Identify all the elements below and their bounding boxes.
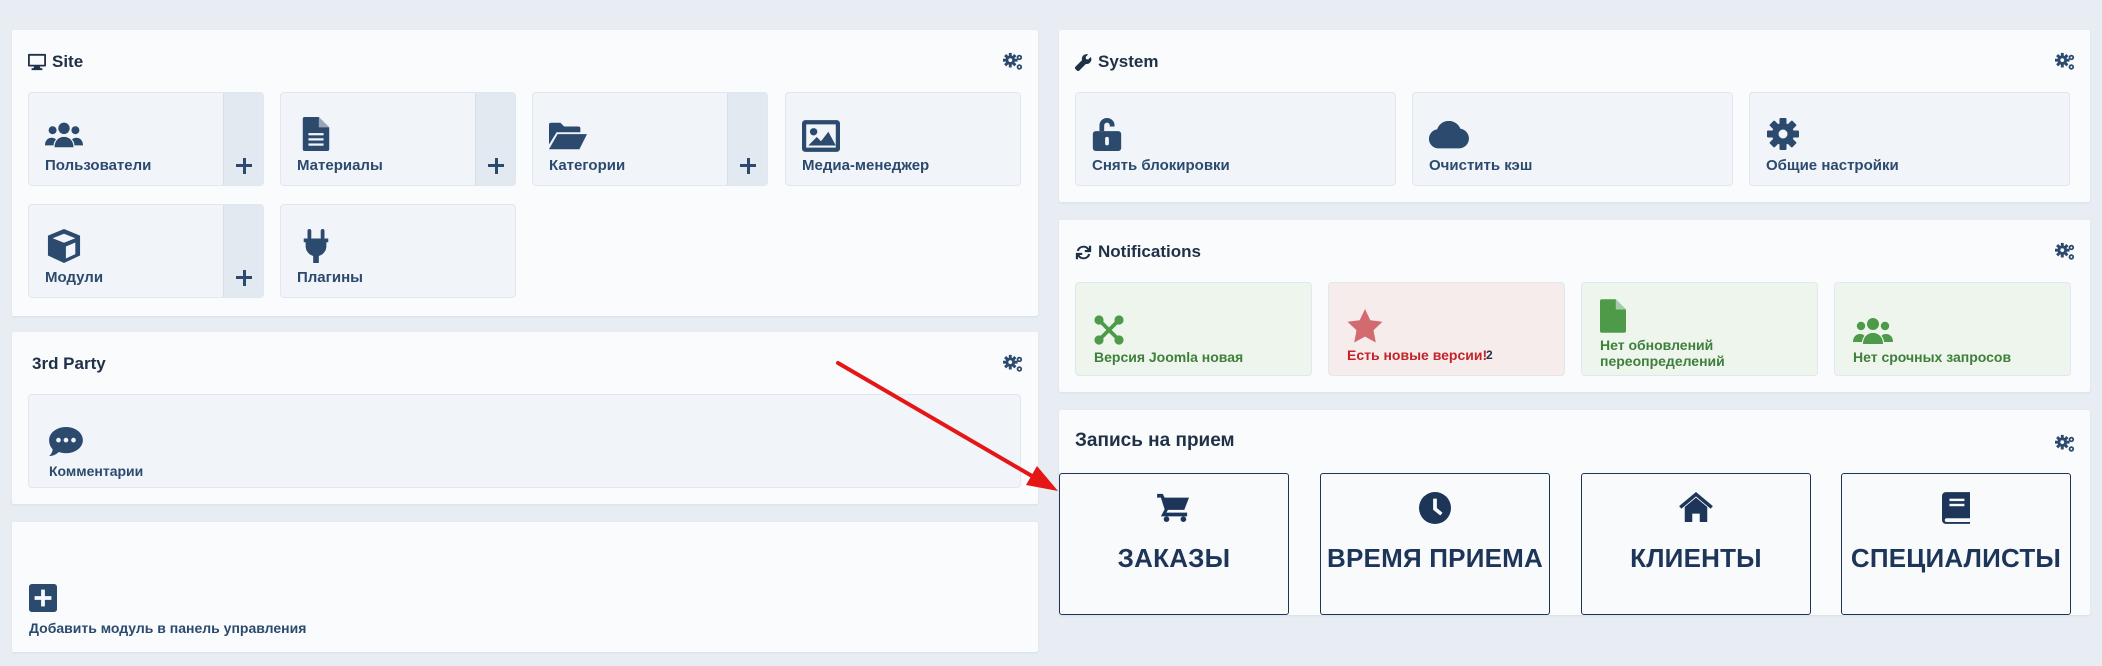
book-icon xyxy=(1942,492,1970,524)
file-icon xyxy=(1600,299,1626,333)
add-module-button[interactable] xyxy=(223,205,263,297)
appointment-time-button[interactable]: ВРЕМЯ ПРИЕМА xyxy=(1320,473,1550,615)
notification-extension-updates-label: Есть новые версии! xyxy=(1347,347,1488,363)
notifications-module-header: Notifications xyxy=(1075,242,1201,262)
notification-privacy-requests[interactable]: Нет срочных запросов xyxy=(1834,282,2071,376)
specialists-button-label: СПЕЦИАЛИСТЫ xyxy=(1850,543,2062,573)
orders-button[interactable]: ЗАКАЗЫ xyxy=(1059,473,1289,615)
add-category-button[interactable] xyxy=(727,93,767,185)
folder-open-icon xyxy=(549,119,587,153)
site-module-header: Site xyxy=(28,52,83,72)
tile-media-manager-label: Медиа-менеджер xyxy=(802,157,930,174)
notification-override-updates[interactable]: Нет обновлений переопределений xyxy=(1581,282,1818,376)
notification-count-badge: 2 xyxy=(1486,348,1493,362)
tile-categories-label: Категории xyxy=(549,157,626,174)
clients-button-label: КЛИЕНТЫ xyxy=(1630,543,1762,573)
users-icon xyxy=(1853,315,1893,345)
plus-square-icon xyxy=(29,584,57,612)
cart-icon xyxy=(1157,492,1191,522)
tile-clear-cache[interactable]: Очистить кэш xyxy=(1412,92,1733,186)
notification-override-updates-label-line2: переопределений xyxy=(1600,353,1725,369)
tile-plugins[interactable]: Плагины xyxy=(280,204,516,298)
tile-comments[interactable]: Комментарии xyxy=(28,394,1021,488)
module-settings-icon[interactable] xyxy=(2054,434,2076,454)
notifications-module-title: Notifications xyxy=(1098,242,1201,261)
add-module-card[interactable]: Добавить модуль в панель управления xyxy=(12,522,1038,652)
notification-override-updates-label-line1: Нет обновлений xyxy=(1600,337,1714,353)
system-module-header: System xyxy=(1075,52,1158,72)
specialists-button[interactable]: СПЕЦИАЛИСТЫ xyxy=(1841,473,2071,615)
desktop-icon xyxy=(28,53,46,71)
orders-button-label: ЗАКАЗЫ xyxy=(1117,543,1231,573)
tile-modules-label: Модули xyxy=(45,269,104,286)
appointment-time-button-label: ВРЕМЯ ПРИЕМА xyxy=(1327,543,1543,573)
clock-icon xyxy=(1419,492,1451,524)
star-icon xyxy=(1347,309,1383,343)
notification-joomla-version[interactable]: Версия Joomla новая xyxy=(1075,282,1312,376)
tile-articles[interactable]: Материалы xyxy=(280,92,516,186)
tile-global-configuration-label: Общие настройки xyxy=(1766,157,1899,174)
cog-icon xyxy=(1766,117,1800,151)
appointments-module-header: Запись на прием xyxy=(1075,430,1235,452)
comment-dots-icon xyxy=(49,427,83,457)
add-article-button[interactable] xyxy=(475,93,515,185)
tile-modules[interactable]: Модули xyxy=(28,204,264,298)
tile-global-checkin-label: Снять блокировки xyxy=(1092,157,1230,174)
joomla-icon xyxy=(1094,315,1124,345)
sync-icon xyxy=(1075,244,1092,261)
notification-joomla-version-label: Версия Joomla новая xyxy=(1094,349,1244,365)
module-settings-icon[interactable] xyxy=(1002,52,1024,72)
image-icon xyxy=(802,119,840,153)
tile-plugins-label: Плагины xyxy=(297,269,363,286)
system-module: System Снять блокировки Очистить кэш Общ… xyxy=(1059,30,2090,202)
users-icon xyxy=(45,117,83,151)
system-module-title: System xyxy=(1098,52,1159,71)
tile-users[interactable]: Пользователи xyxy=(28,92,264,186)
notification-privacy-requests-label: Нет срочных запросов xyxy=(1853,349,2012,365)
module-settings-icon[interactable] xyxy=(2054,52,2076,72)
cloud-icon xyxy=(1429,121,1469,149)
third-party-module: 3rd Party Комментарии xyxy=(12,332,1038,504)
plug-icon xyxy=(297,229,335,263)
file-icon xyxy=(297,117,335,151)
add-module-label: Добавить модуль в панель управления xyxy=(29,620,307,636)
appointments-module-title: Запись на прием xyxy=(1075,430,1235,451)
tile-users-label: Пользователи xyxy=(45,157,152,174)
home-icon xyxy=(1678,492,1714,522)
unlock-icon xyxy=(1092,117,1122,151)
third-party-module-title: 3rd Party xyxy=(32,354,106,373)
cube-icon xyxy=(45,229,83,263)
wrench-icon xyxy=(1075,54,1092,71)
third-party-module-header: 3rd Party xyxy=(32,354,106,374)
notifications-module: Notifications Версия Joomla новая Есть н… xyxy=(1059,220,2090,392)
notification-extension-updates[interactable]: Есть новые версии! 2 xyxy=(1328,282,1565,376)
tile-global-configuration[interactable]: Общие настройки xyxy=(1749,92,2070,186)
tile-media-manager[interactable]: Медиа-менеджер xyxy=(785,92,1021,186)
tile-clear-cache-label: Очистить кэш xyxy=(1429,157,1533,174)
tile-global-checkin[interactable]: Снять блокировки xyxy=(1075,92,1396,186)
module-settings-icon[interactable] xyxy=(2054,242,2076,262)
clients-button[interactable]: КЛИЕНТЫ xyxy=(1581,473,1811,615)
tile-comments-label: Комментарии xyxy=(49,463,144,479)
module-settings-icon[interactable] xyxy=(1002,354,1024,374)
tile-articles-label: Материалы xyxy=(297,157,383,174)
tile-categories[interactable]: Категории xyxy=(532,92,768,186)
site-module-title: Site xyxy=(52,52,84,71)
add-user-button[interactable] xyxy=(223,93,263,185)
site-module: Site Пользователи Материалы Категории Ме… xyxy=(12,30,1038,316)
